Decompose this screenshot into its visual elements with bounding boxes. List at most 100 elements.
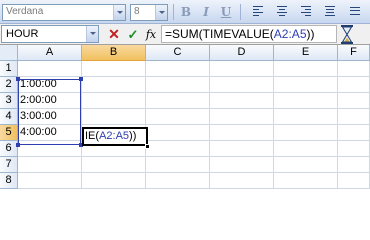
merge-center-icon[interactable] xyxy=(325,6,335,16)
cell-a6[interactable] xyxy=(18,141,82,157)
cell-a2[interactable]: 1:00:00 xyxy=(18,77,82,93)
cell-d5[interactable] xyxy=(210,125,274,141)
formula-text-end: )) xyxy=(306,27,315,41)
cell-a5[interactable]: 4:00:00 xyxy=(18,125,82,141)
cell-f8[interactable] xyxy=(338,173,370,189)
cell-a3[interactable]: 2:00:00 xyxy=(18,93,82,109)
cell-e2[interactable] xyxy=(274,77,338,93)
formula-text: =SUM(TIMEVALUE( xyxy=(165,27,274,41)
formula-bar: HOUR ✕ ✓ fx =SUM(TIMEVALUE(A2:A5)) xyxy=(0,24,370,45)
align-left-icon[interactable] xyxy=(253,6,263,16)
range-handle[interactable] xyxy=(16,143,20,147)
cell-value: 1:00:00 xyxy=(20,78,57,90)
active-cell-editor[interactable]: IE(A2:A5)) xyxy=(82,127,148,146)
formatting-toolbar: Verdana 8 B I U xyxy=(0,0,370,24)
cancel-icon[interactable]: ✕ xyxy=(107,27,121,42)
cell-e5[interactable] xyxy=(274,125,338,141)
column-header-d[interactable]: D xyxy=(210,45,274,61)
align-right-icon[interactable] xyxy=(301,6,311,16)
currency-style-icon[interactable] xyxy=(350,6,360,16)
cell-d6[interactable] xyxy=(210,141,274,157)
row-header-1[interactable]: 1 xyxy=(0,61,18,77)
name-box[interactable]: HOUR xyxy=(1,25,99,43)
row-header-5[interactable]: 5 xyxy=(0,125,18,141)
cell-b2[interactable] xyxy=(82,77,146,93)
cell-c7[interactable] xyxy=(146,157,210,173)
cell-b8[interactable] xyxy=(82,173,146,189)
select-all-corner[interactable] xyxy=(0,45,18,61)
cell-d4[interactable] xyxy=(210,109,274,125)
cell-a4[interactable]: 3:00:00 xyxy=(18,109,82,125)
name-box-value: HOUR xyxy=(6,28,39,40)
hourglass-icon xyxy=(341,25,353,44)
active-cell-text-end: )) xyxy=(129,130,137,142)
font-name-value: Verdana xyxy=(6,6,44,17)
cell-value: 3:00:00 xyxy=(20,110,57,122)
cell-f5[interactable] xyxy=(338,125,370,141)
cell-c2[interactable] xyxy=(146,77,210,93)
active-cell-range-reference: A2:A5 xyxy=(99,130,130,142)
cell-b4[interactable] xyxy=(82,109,146,125)
cell-d2[interactable] xyxy=(210,77,274,93)
cell-d3[interactable] xyxy=(210,93,274,109)
insert-function-button[interactable]: fx xyxy=(144,27,158,42)
column-header-f[interactable]: F xyxy=(338,45,370,61)
cell-e4[interactable] xyxy=(274,109,338,125)
cell-d1[interactable] xyxy=(210,61,274,77)
cell-c4[interactable] xyxy=(146,109,210,125)
cell-value: 4:00:00 xyxy=(20,126,57,138)
active-cell-text: IE( xyxy=(85,130,100,142)
cell-c1[interactable] xyxy=(146,61,210,77)
bold-button[interactable]: B xyxy=(177,3,195,21)
formula-input[interactable]: =SUM(TIMEVALUE(A2:A5)) xyxy=(161,25,337,43)
column-header-c[interactable]: C xyxy=(146,45,210,61)
align-center-icon[interactable] xyxy=(277,6,287,16)
cell-e3[interactable] xyxy=(274,93,338,109)
cell-c8[interactable] xyxy=(146,173,210,189)
cell-f1[interactable] xyxy=(338,61,370,77)
enter-checkmark-icon[interactable]: ✓ xyxy=(126,27,140,42)
cell-f2[interactable] xyxy=(338,77,370,93)
italic-button[interactable]: I xyxy=(197,3,215,21)
chevron-down-icon[interactable] xyxy=(155,5,167,20)
cell-d7[interactable] xyxy=(210,157,274,173)
cell-c5[interactable] xyxy=(146,125,210,141)
toolbar-separator xyxy=(173,4,174,20)
row-header-3[interactable]: 3 xyxy=(0,93,18,109)
cell-value: 2:00:00 xyxy=(20,94,57,106)
column-header-b[interactable]: B xyxy=(82,45,146,61)
cell-b1[interactable] xyxy=(82,61,146,77)
cell-c6[interactable] xyxy=(146,141,210,157)
font-size-dropdown[interactable]: 8 xyxy=(130,4,168,21)
cell-e8[interactable] xyxy=(274,173,338,189)
cell-a7[interactable] xyxy=(18,157,82,173)
row-header-4[interactable]: 4 xyxy=(0,109,18,125)
row-header-7[interactable]: 7 xyxy=(0,157,18,173)
column-header-e[interactable]: E xyxy=(274,45,338,61)
range-handle[interactable] xyxy=(79,77,83,81)
row-header-8[interactable]: 8 xyxy=(0,173,18,189)
cell-e6[interactable] xyxy=(274,141,338,157)
chevron-down-icon[interactable] xyxy=(113,5,125,20)
cell-c3[interactable] xyxy=(146,93,210,109)
cell-f7[interactable] xyxy=(338,157,370,173)
font-size-value: 8 xyxy=(134,6,140,17)
worksheet-grid: A B C D E F 1 2 3 4 5 6 7 8 1:00:00 2:00:… xyxy=(0,45,370,210)
cell-b3[interactable] xyxy=(82,93,146,109)
cell-d8[interactable] xyxy=(210,173,274,189)
cell-e7[interactable] xyxy=(274,157,338,173)
range-handle[interactable] xyxy=(16,77,20,81)
cell-f3[interactable] xyxy=(338,93,370,109)
cell-f6[interactable] xyxy=(338,141,370,157)
fill-handle[interactable] xyxy=(145,144,150,149)
font-name-dropdown[interactable]: Verdana xyxy=(2,4,126,21)
cell-a1[interactable] xyxy=(18,61,82,77)
cell-f4[interactable] xyxy=(338,109,370,125)
underline-button[interactable]: U xyxy=(217,3,235,21)
cell-b7[interactable] xyxy=(82,157,146,173)
chevron-down-icon[interactable] xyxy=(86,26,98,42)
formula-range-reference: A2:A5 xyxy=(273,27,307,41)
cell-e1[interactable] xyxy=(274,61,338,77)
cell-a8[interactable] xyxy=(18,173,82,189)
column-header-a[interactable]: A xyxy=(18,45,82,61)
